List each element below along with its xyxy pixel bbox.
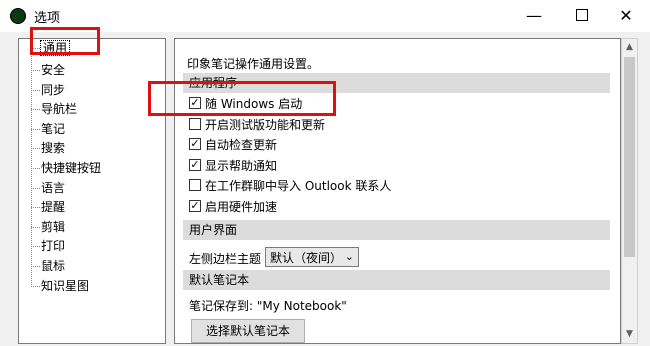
scroll-down-arrow-icon[interactable]: ▼	[622, 327, 637, 342]
tree-connector	[31, 207, 40, 208]
tree-connector	[31, 227, 40, 228]
checkbox-beta-features[interactable]: 开启测试版功能和更新	[189, 115, 325, 133]
checkbox-label: 启用硬件加速	[205, 199, 278, 214]
tree-connector	[31, 47, 32, 287]
highlight-box-start-with-windows	[148, 81, 336, 116]
maximize-icon	[576, 9, 588, 21]
tree-connector	[31, 168, 40, 169]
checkbox-checked-icon: ✓	[189, 158, 201, 171]
choose-default-notebook-button[interactable]: 选择默认笔记本	[191, 319, 305, 343]
checkbox-auto-update[interactable]: ✓ 自动检查更新	[189, 135, 277, 153]
checkbox-help-notifications[interactable]: ✓ 显示帮助通知	[189, 156, 277, 174]
checkbox-unchecked-icon	[189, 179, 201, 191]
tree-connector	[31, 286, 40, 287]
tree-connector	[31, 148, 40, 149]
app-logo-icon	[10, 8, 26, 24]
close-button[interactable]: ✕	[606, 0, 646, 30]
settings-category-tree: 通用 安全 同步 导航栏 笔记 搜索 快捷键按钮 语言 提醒 剪辑 打印 鼠标 …	[18, 38, 166, 344]
panel-scrollbar[interactable]: ▲ ▼	[621, 38, 638, 344]
checkbox-label: 开启测试版功能和更新	[205, 117, 326, 132]
tree-connector	[31, 109, 40, 110]
tree-item-mouse[interactable]: 鼠标	[41, 258, 65, 274]
tree-item-security[interactable]: 安全	[41, 62, 65, 78]
tree-item-print[interactable]: 打印	[41, 238, 65, 254]
panel-description: 印象笔记操作通用设置。	[187, 57, 320, 71]
tree-connector	[31, 266, 40, 267]
tree-connector	[31, 129, 40, 130]
checkbox-checked-icon: ✓	[189, 199, 201, 212]
sidebar-theme-value: 默认（夜间）	[270, 250, 343, 265]
tree-item-search[interactable]: 搜索	[41, 140, 65, 156]
sidebar-theme-select[interactable]: 默认（夜间） ⌄	[265, 247, 359, 267]
tree-item-clip[interactable]: 剪辑	[41, 219, 65, 235]
tree-item-navbar[interactable]: 导航栏	[41, 101, 77, 117]
maximize-button[interactable]	[562, 0, 602, 30]
tree-connector	[31, 188, 40, 189]
section-header-default-notebook: 默认笔记本	[183, 270, 610, 290]
tree-item-notes[interactable]: 笔记	[41, 121, 65, 137]
checkbox-label: 显示帮助通知	[205, 158, 278, 173]
minimize-button[interactable]: —	[514, 0, 554, 30]
tree-connector	[31, 90, 40, 91]
highlight-box-general	[30, 27, 100, 55]
tree-connector	[31, 246, 40, 247]
checkbox-label: 在工作群聊中导入 Outlook 联系人	[205, 178, 392, 193]
scrollbar-thumb[interactable]	[624, 57, 635, 257]
tree-connector	[31, 70, 40, 71]
chevron-down-icon: ⌄	[344, 250, 354, 263]
tree-item-sync[interactable]: 同步	[41, 82, 65, 98]
sidebar-theme-label: 左侧边栏主题	[189, 252, 262, 266]
checkbox-import-outlook-contacts[interactable]: 在工作群聊中导入 Outlook 联系人	[189, 176, 391, 194]
section-header-user-interface: 用户界面	[183, 220, 610, 240]
tree-item-reminders[interactable]: 提醒	[41, 199, 65, 215]
checkbox-label: 自动检查更新	[205, 137, 278, 152]
tree-item-language[interactable]: 语言	[41, 180, 65, 196]
notebook-save-location: 笔记保存到: "My Notebook"	[189, 299, 347, 313]
scroll-up-arrow-icon[interactable]: ▲	[622, 40, 637, 55]
tree-item-shortcuts[interactable]: 快捷键按钮	[41, 160, 101, 176]
tree-item-knowledge-map[interactable]: 知识星图	[41, 278, 89, 294]
checkbox-unchecked-icon	[189, 118, 201, 130]
checkbox-checked-icon: ✓	[189, 137, 201, 150]
window-title: 选项	[34, 11, 61, 26]
checkbox-hardware-acceleration[interactable]: ✓ 启用硬件加速	[189, 197, 277, 215]
